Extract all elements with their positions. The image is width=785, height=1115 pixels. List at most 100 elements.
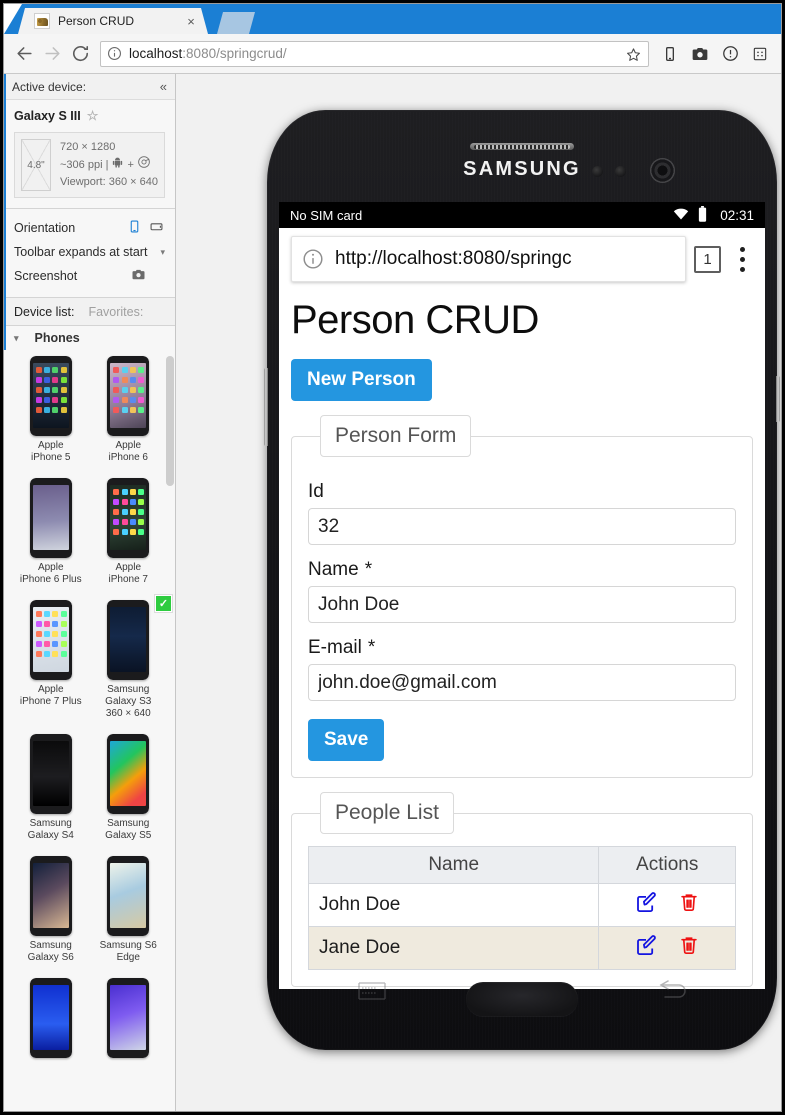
camera-icon[interactable] [130,267,147,285]
label-text-name: Name [308,559,359,580]
apps-grid-icon[interactable] [745,39,775,69]
save-button[interactable]: Save [308,719,385,761]
collapse-icon[interactable]: « [160,79,167,94]
device-group-phones[interactable]: ▾ Phones [4,326,175,350]
address-bar[interactable]: localhost:8080/springcrud/ [100,40,649,67]
form-group-name: Name * [308,559,736,623]
screenshot-label: Screenshot [14,269,78,283]
page-title: Person CRUD [291,298,539,342]
menu-softkey-icon[interactable] [357,980,387,1007]
device-list-item[interactable]: Apple iPhone 7 Plus [12,600,90,720]
emulation-viewport: SAMSUNG No SIM card 02:31 http://localho… [176,74,781,1111]
device-thumbnail-image [107,478,150,558]
kebab-menu-icon[interactable] [729,241,755,277]
device-resolution: 720 × 1280 [60,141,116,153]
camera-icon[interactable] [685,39,715,69]
sidebar-scrollbar[interactable] [166,356,174,486]
orientation-row: Orientation [4,215,175,241]
landscape-icon[interactable] [148,220,165,236]
device-list-item[interactable]: Samsung Galaxy S6 [12,856,90,964]
tab-title: Person CRUD [58,14,135,28]
web-page-content: Person CRUD New Person Person Form Id Na… [279,290,765,989]
device-thumbnail-image [29,978,72,1058]
device-toolbar-icon[interactable] [655,39,685,69]
mobile-address-bar[interactable]: http://localhost:8080/springc [291,236,686,282]
people-list-panel: People List Name Actions John Doe Jane D… [291,792,753,987]
browser-window: Person CRUD × localhost:8080/springcrud/ [3,3,782,1112]
device-list-item[interactable]: Samsung S6 Edge [90,856,168,964]
tab-count-button[interactable]: 1 [694,245,721,273]
name-field[interactable] [308,586,736,623]
emulation-sidebar: Active device: « Galaxy S III ☆ 4.8" 720… [4,74,176,1111]
device-list-item[interactable]: Samsung Galaxy S4 [12,734,90,842]
people-table: Name Actions John Doe Jane Doe [307,846,736,970]
phone-brand: SAMSUNG [463,158,581,180]
device-list-item[interactable]: Apple iPhone 6 [90,356,168,464]
device-list-item-label: Apple iPhone 7 [108,562,148,585]
toolbar-expand-row[interactable]: Toolbar expands at start ▾ [4,241,175,263]
new-tab-button[interactable] [217,12,255,34]
cell-actions [598,926,736,970]
active-device-label: Active device: [12,79,87,94]
trash-icon[interactable] [678,890,700,920]
device-thumbnail-image [29,856,72,936]
chrome-icon [137,155,151,174]
device-thumbnail-image [29,478,72,558]
edit-icon[interactable] [634,933,659,963]
mobile-address-url: http://localhost:8080/springc [335,248,572,269]
reload-button[interactable] [66,40,94,68]
device-list-item[interactable] [12,978,90,1062]
form-group-id: Id [308,481,736,545]
devtools-body: Active device: « Galaxy S III ☆ 4.8" 720… [4,74,781,1111]
address-bar-url: localhost:8080/springcrud/ [129,46,287,61]
toolbar-expand-label: Toolbar expands at start [14,245,148,259]
device-list-item-label: Apple iPhone 5 [31,440,71,463]
device-list-item[interactable]: Apple iPhone 5 [12,356,90,464]
form-group-email: E-mail * [308,637,736,701]
device-list-item[interactable]: Apple iPhone 6 Plus [12,478,90,586]
info-circle-icon[interactable] [107,46,122,61]
person-form-panel: Person Form Id Name* E-mail* Save [291,415,753,778]
home-button[interactable] [466,982,578,1016]
device-list-item[interactable]: ✓ Samsung Galaxy S3 360 × 640 [90,594,173,720]
browser-tab[interactable]: Person CRUD × [18,8,208,34]
chevron-down-icon[interactable]: ▾ [160,247,165,258]
device-thumbnail: 4.8" [21,139,51,191]
star-outline-icon[interactable]: ☆ [87,108,99,124]
android-status-bar: No SIM card 02:31 [279,202,765,228]
device-list-item[interactable]: Samsung Galaxy S5 [90,734,168,842]
device-grid[interactable]: Apple iPhone 5 Apple iPhone 6 Apple iPhone … [4,350,175,1111]
portrait-icon[interactable] [128,219,141,237]
device-list-item-label: Apple iPhone 6 [108,440,148,463]
close-icon[interactable]: × [182,14,200,29]
edit-icon[interactable] [634,890,659,920]
wifi-icon [673,207,689,223]
chevron-down-icon[interactable]: ▾ [14,333,19,344]
android-icon [111,156,124,174]
phone-screen: No SIM card 02:31 http://localhost:8080/… [279,202,765,989]
back-button[interactable] [10,40,38,68]
alert-circle-icon[interactable] [715,39,745,69]
browser-toolbar: localhost:8080/springcrud/ [4,34,781,74]
screenshot-row: Screenshot [4,263,175,289]
people-table-body: John Doe Jane Doe [307,883,736,970]
volume-button[interactable] [264,368,268,446]
people-list-legend: People List [320,792,454,834]
id-field[interactable] [308,508,736,545]
device-list-item[interactable]: Apple iPhone 7 [90,478,168,586]
device-list-item[interactable] [90,978,168,1062]
tab-device-list[interactable]: Device list: [14,305,74,319]
device-diagonal: 4.8" [27,159,45,171]
power-button[interactable] [776,376,780,422]
cell-name: Jane Doe [307,926,600,970]
star-icon[interactable] [624,45,643,64]
info-circle-icon[interactable] [302,248,324,270]
required-marker-name: * [364,559,373,580]
trash-icon[interactable] [678,933,700,963]
device-list-item-label: Apple iPhone 6 Plus [19,562,82,585]
new-person-button[interactable]: New Person [291,359,432,401]
back-softkey-icon[interactable] [657,980,689,1007]
device-controls: Orientation Toolbar expands at start ▾ S… [4,209,175,298]
email-field[interactable] [308,664,736,701]
tab-favorites[interactable]: Favorites: [88,305,143,319]
